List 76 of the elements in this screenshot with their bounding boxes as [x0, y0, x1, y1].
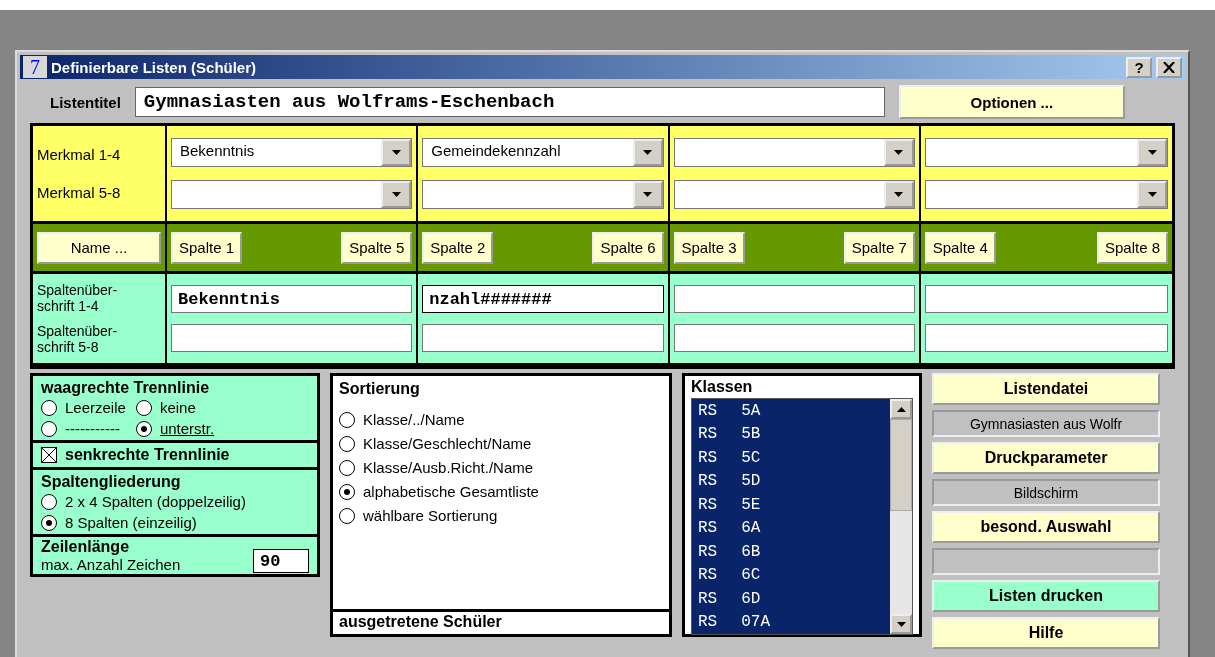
down-arrow-icon — [896, 621, 906, 627]
radio-option[interactable]: Klasse/../Name — [339, 411, 663, 428]
value-display: Gymnasiasten aus Wolfr — [932, 410, 1160, 437]
action-button[interactable]: besond. Auswahl — [932, 511, 1160, 543]
section-title: Zeilenlänge — [41, 538, 131, 556]
radio-option[interactable]: unterstr. — [135, 420, 215, 437]
radio-option[interactable]: 2 x 4 Spalten (doppelzeilig) — [41, 493, 246, 510]
column-button[interactable]: Spalte 3 — [673, 231, 745, 264]
feature-dropdown[interactable] — [673, 138, 915, 168]
section-title: waagrechte Trennlinie — [41, 379, 211, 397]
column-button[interactable]: Spalte 5 — [341, 231, 413, 264]
feature-dropdown[interactable]: Bekenntnis — [171, 138, 413, 168]
column-button[interactable]: Spalte 7 — [843, 231, 915, 264]
heading-field[interactable] — [924, 285, 1168, 313]
down-arrow-icon — [894, 191, 904, 197]
column-button[interactable]: Spalte 1 — [171, 231, 243, 264]
down-arrow-icon — [1147, 150, 1157, 156]
heading-field[interactable]: Bekenntnis — [171, 285, 413, 313]
options-button[interactable]: Optionen ... — [898, 85, 1125, 119]
line-length-field[interactable]: 90 — [253, 549, 309, 573]
heading-field[interactable] — [673, 285, 915, 313]
heading-field[interactable] — [171, 324, 413, 352]
list-title-field[interactable]: Gymnasiasten aus Wolframs-Eschenbach — [134, 87, 885, 117]
radio-option[interactable]: alphabetische Gesamtliste — [339, 483, 663, 500]
heading-field[interactable] — [422, 324, 664, 352]
value-display: Bildschirm — [932, 479, 1160, 506]
heading-label: Spaltenüber-schrift 1-4 — [37, 282, 119, 315]
heading-field[interactable] — [673, 324, 915, 352]
close-button[interactable] — [1156, 56, 1182, 78]
section-title: Klassen — [691, 378, 754, 396]
feature-label: Merkmal 1-4 — [37, 146, 122, 164]
down-arrow-icon — [391, 191, 401, 197]
scrollbar[interactable] — [890, 399, 912, 634]
help-button[interactable]: ? — [1126, 56, 1152, 78]
column-button[interactable]: Spalte 6 — [592, 231, 664, 264]
down-arrow-icon — [391, 150, 401, 156]
action-button[interactable]: Druckparameter — [932, 442, 1160, 474]
radio-option[interactable]: keine — [135, 399, 215, 416]
down-arrow-icon — [643, 150, 652, 156]
checkbox-icon[interactable] — [41, 447, 57, 463]
feature-dropdown[interactable]: Gemeindekennzahl — [422, 138, 664, 168]
app-icon: 7 — [23, 56, 47, 78]
action-button[interactable]: Listendatei — [932, 373, 1160, 405]
section-title: ausgetretene Schüler — [339, 613, 503, 631]
heading-label: Spaltenüber-schrift 5-8 — [37, 322, 119, 355]
feature-dropdown[interactable] — [924, 179, 1168, 209]
radio-option[interactable]: wählbare Sortierung — [339, 507, 663, 524]
section-title: Spaltengliederung — [41, 473, 182, 491]
heading-field[interactable] — [924, 324, 1168, 352]
feature-dropdown[interactable] — [924, 138, 1168, 168]
checkbox-option[interactable]: senkrechte Trennlinie — [41, 446, 309, 464]
radio-option[interactable]: 8 Spalten (einzeilig) — [41, 514, 246, 531]
max-chars-label: max. Anzahl Zeichen — [41, 556, 181, 573]
feature-dropdown[interactable] — [673, 179, 915, 209]
radio-option[interactable]: Klasse/Geschlecht/Name — [339, 435, 663, 452]
list-title-label: Listentitel — [50, 93, 121, 111]
window-title: Definierbare Listen (Schüler) — [51, 58, 258, 76]
down-arrow-icon — [894, 150, 904, 156]
radio-option[interactable]: Leerzeile — [41, 399, 126, 416]
radio-option[interactable]: ----------- — [41, 420, 126, 437]
action-button[interactable]: Hilfe — [932, 617, 1160, 649]
up-arrow-icon — [896, 406, 906, 412]
name-button[interactable]: Name ... — [37, 231, 161, 264]
down-arrow-icon — [643, 191, 652, 197]
radio-option[interactable]: Klasse/Ausb.Richt./Name — [339, 459, 663, 476]
feature-dropdown[interactable] — [422, 179, 664, 209]
column-button[interactable]: Spalte 2 — [422, 231, 494, 264]
column-button[interactable]: Spalte 4 — [924, 231, 996, 264]
down-arrow-icon — [1147, 191, 1157, 197]
column-button[interactable]: Spalte 8 — [1096, 231, 1168, 264]
heading-field[interactable]: nzahl####### — [422, 285, 664, 313]
close-icon — [1163, 61, 1175, 73]
feature-label: Merkmal 5-8 — [37, 183, 122, 201]
feature-dropdown[interactable] — [171, 179, 413, 209]
section-title: Sortierung — [339, 380, 421, 398]
action-button[interactable]: Listen drucken — [932, 580, 1160, 612]
